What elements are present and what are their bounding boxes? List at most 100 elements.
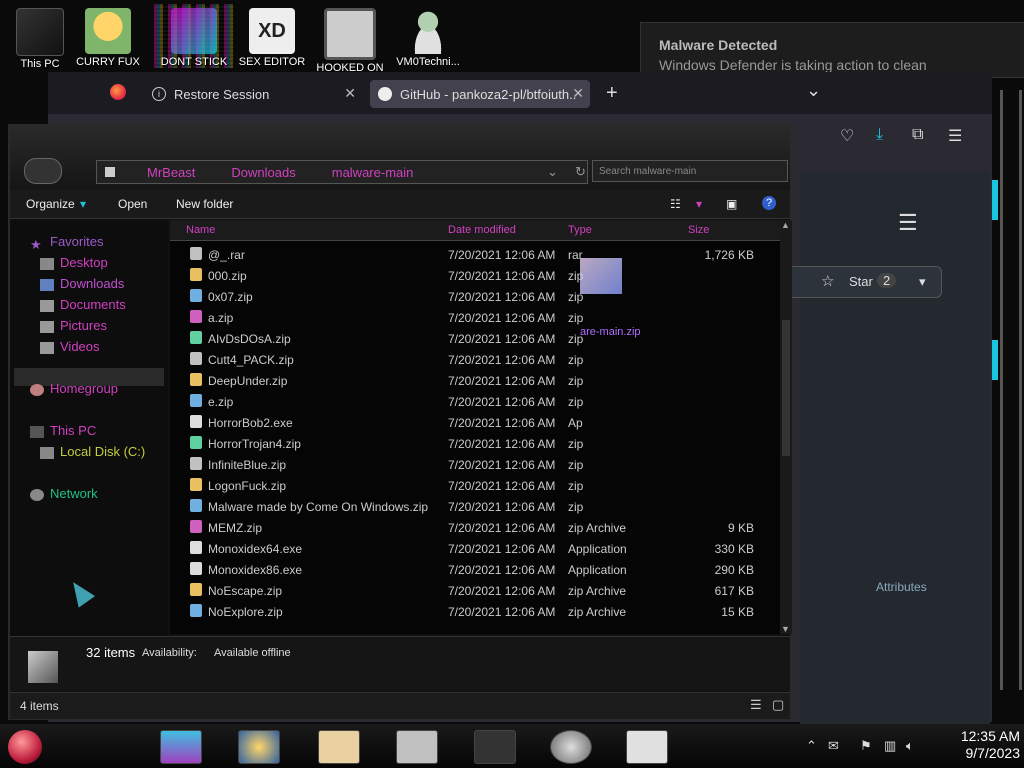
file-row[interactable]: a.zip 7/20/2021 12:06 AM zip: [170, 307, 770, 328]
file-row[interactable]: LogonFuck.zip 7/20/2021 12:06 AM zip: [170, 475, 770, 496]
column-date-modified[interactable]: Date modified: [448, 224, 516, 236]
search-input[interactable]: Search malware-main: [592, 160, 788, 182]
breadcrumb-downloads[interactable]: Downloads: [231, 165, 295, 180]
taskbar-app-7[interactable]: [626, 730, 668, 764]
column-name[interactable]: Name: [186, 224, 215, 236]
scroll-thumb[interactable]: [782, 320, 790, 456]
desktop-icon-hooked-on[interactable]: HOOKED ON: [310, 4, 390, 74]
view-options-icon[interactable]: ☷: [670, 197, 681, 211]
taskbar-app-1[interactable]: [160, 730, 202, 764]
nav-homegroup[interactable]: Homegroup: [30, 381, 118, 396]
nav-downloads[interactable]: Downloads: [40, 276, 124, 291]
large-icons-view-icon[interactable]: ▢: [772, 697, 784, 713]
clock[interactable]: 12:35 AM 9/7/2023: [930, 728, 1020, 762]
file-date: 7/20/2021 12:06 AM: [448, 563, 556, 577]
star-button[interactable]: ☆ Star 2 ▾: [770, 266, 942, 298]
tab-github[interactable]: GitHub - pankoza2-pl/btfoiuth... ✕: [370, 80, 590, 108]
taskbar-app-2[interactable]: [238, 730, 280, 764]
file-row[interactable]: NoEscape.zip 7/20/2021 12:06 AM zip Archiv…: [170, 580, 770, 601]
download-icon[interactable]: ⤓: [876, 126, 883, 144]
breadcrumb-malware-main[interactable]: malware-main: [332, 165, 414, 180]
organize-chevron-icon[interactable]: ▾: [80, 197, 86, 211]
file-row[interactable]: NoExplore.zip 7/20/2021 12:06 AM zip Archi…: [170, 601, 770, 622]
nav-favorites[interactable]: ★ Favorites: [30, 234, 103, 252]
desktop-icon-dont-stick[interactable]: DONT STICK: [154, 4, 234, 68]
file-row[interactable]: AIvDsDOsA.zip 7/20/2021 12:06 AM zip: [170, 328, 770, 349]
desktop-icon-vm0technic[interactable]: VM0Techni...: [388, 4, 468, 68]
back-button[interactable]: [24, 158, 62, 184]
attributes-column-header[interactable]: Attributes: [876, 580, 927, 594]
view-chevron-icon[interactable]: ▾: [696, 197, 702, 211]
flag-icon[interactable]: ⚑: [860, 738, 872, 754]
file-row[interactable]: HorrorTrojan4.zip 7/20/2021 12:06 AM zip: [170, 433, 770, 454]
firefox-icon[interactable]: [110, 84, 126, 100]
details-view-icon[interactable]: ☰: [750, 697, 762, 713]
refresh-icon[interactable]: ↻: [575, 164, 586, 180]
desktop-icon-label: CURRY FUX: [76, 56, 140, 68]
volume-icon[interactable]: 🔈︎: [906, 738, 914, 754]
show-hidden-icons-icon[interactable]: ⌃: [806, 738, 817, 754]
file-row[interactable]: Cutt4_PACK.zip 7/20/2021 12:06 AM zip: [170, 349, 770, 370]
file-row[interactable]: DeepUnder.zip 7/20/2021 12:06 AM zip: [170, 370, 770, 391]
nav-network[interactable]: Network: [30, 486, 98, 501]
taskbar-app-3[interactable]: [318, 730, 360, 764]
nav-this-pc[interactable]: This PC: [30, 423, 96, 438]
column-type[interactable]: Type: [568, 224, 592, 236]
tab-close-icon[interactable]: ✕: [344, 85, 356, 102]
column-size[interactable]: Size: [688, 224, 709, 236]
column-header-row: Name Date modified Type Size: [170, 220, 790, 241]
file-row[interactable]: 0x07.zip 7/20/2021 12:06 AM zip: [170, 286, 770, 307]
vertical-scrollbar[interactable]: ▲ ▼: [780, 220, 792, 634]
file-row[interactable]: Monoxidex64.exe 7/20/2021 12:06 AM Applica…: [170, 538, 770, 559]
file-row[interactable]: 000.zip 7/20/2021 12:06 AM zip: [170, 265, 770, 286]
file-row[interactable]: InfiniteBlue.zip 7/20/2021 12:06 AM zip: [170, 454, 770, 475]
preview-pane-icon[interactable]: ▣: [726, 197, 737, 211]
start-button[interactable]: [8, 730, 42, 764]
file-name: 0x07.zip: [208, 290, 253, 304]
tab-restore-session[interactable]: i Restore Session ✕: [148, 80, 362, 108]
nav-videos[interactable]: Videos: [40, 339, 100, 354]
help-icon[interactable]: ?: [762, 196, 776, 210]
open-button[interactable]: Open: [118, 197, 147, 211]
file-type: zip: [568, 374, 584, 388]
file-row[interactable]: e.zip 7/20/2021 12:06 AM zip: [170, 391, 770, 412]
address-bar[interactable]: MrBeast Downloads malware-main ⌄ ↻: [96, 160, 588, 184]
list-all-tabs-button[interactable]: ⌄: [806, 80, 821, 101]
scroll-up-icon[interactable]: ▲: [781, 220, 790, 230]
taskbar-app-5[interactable]: [474, 730, 516, 764]
pocket-icon[interactable]: ♡: [840, 126, 854, 146]
file-row[interactable]: @_.rar 7/20/2021 12:06 AM rar 1,726 KB: [170, 244, 770, 265]
file-row[interactable]: HorrorBob2.exe 7/20/2021 12:06 AM Ap: [170, 412, 770, 433]
file-row[interactable]: Malware made by Come On Windows.zip 7/20/…: [170, 496, 770, 517]
hamburger-menu-icon[interactable]: ☰: [898, 210, 918, 236]
info-icon: i: [152, 87, 166, 101]
taskbar-app-6[interactable]: [550, 730, 592, 764]
scroll-down-icon[interactable]: ▼: [781, 624, 790, 634]
file-type: zip Archive: [568, 521, 627, 535]
nav-local-disk[interactable]: Local Disk (C:): [40, 444, 145, 459]
breadcrumb-mrbeast[interactable]: MrBeast: [147, 165, 195, 180]
nav-desktop[interactable]: Desktop: [40, 255, 108, 270]
new-tab-button[interactable]: +: [606, 82, 618, 105]
zip-file-icon: [190, 436, 202, 449]
taskbar-app-4[interactable]: [396, 730, 438, 764]
nav-pictures[interactable]: Pictures: [40, 318, 107, 333]
file-date: 7/20/2021 12:06 AM: [448, 248, 556, 262]
new-folder-button[interactable]: New folder: [176, 197, 233, 211]
nav-documents[interactable]: Documents: [40, 297, 126, 312]
chevron-down-icon[interactable]: ⌄: [547, 164, 558, 180]
file-row[interactable]: MEMZ.zip 7/20/2021 12:06 AM zip Archive 9 K…: [170, 517, 770, 538]
organize-button[interactable]: Organize: [26, 197, 75, 211]
file-type: zip: [568, 395, 584, 409]
file-row[interactable]: Monoxidex86.exe 7/20/2021 12:06 AM Applica…: [170, 559, 770, 580]
file-date: 7/20/2021 12:06 AM: [448, 311, 556, 325]
desktop-icon-curry-fux[interactable]: CURRY FUX: [68, 4, 148, 68]
malware-notification[interactable]: Malware Detected Windows Defender is tak…: [640, 22, 1024, 78]
menu-icon[interactable]: ☰: [948, 126, 962, 146]
extensions-icon[interactable]: ⧉: [912, 126, 923, 144]
desktop-icon-sex-editor[interactable]: XD SEX EDITOR: [232, 4, 312, 68]
action-center-icon[interactable]: ✉: [828, 738, 839, 754]
chevron-down-icon[interactable]: ▾: [919, 274, 926, 290]
tab-close-icon[interactable]: ✕: [572, 85, 584, 102]
network-tray-icon[interactable]: ▥: [884, 738, 896, 754]
